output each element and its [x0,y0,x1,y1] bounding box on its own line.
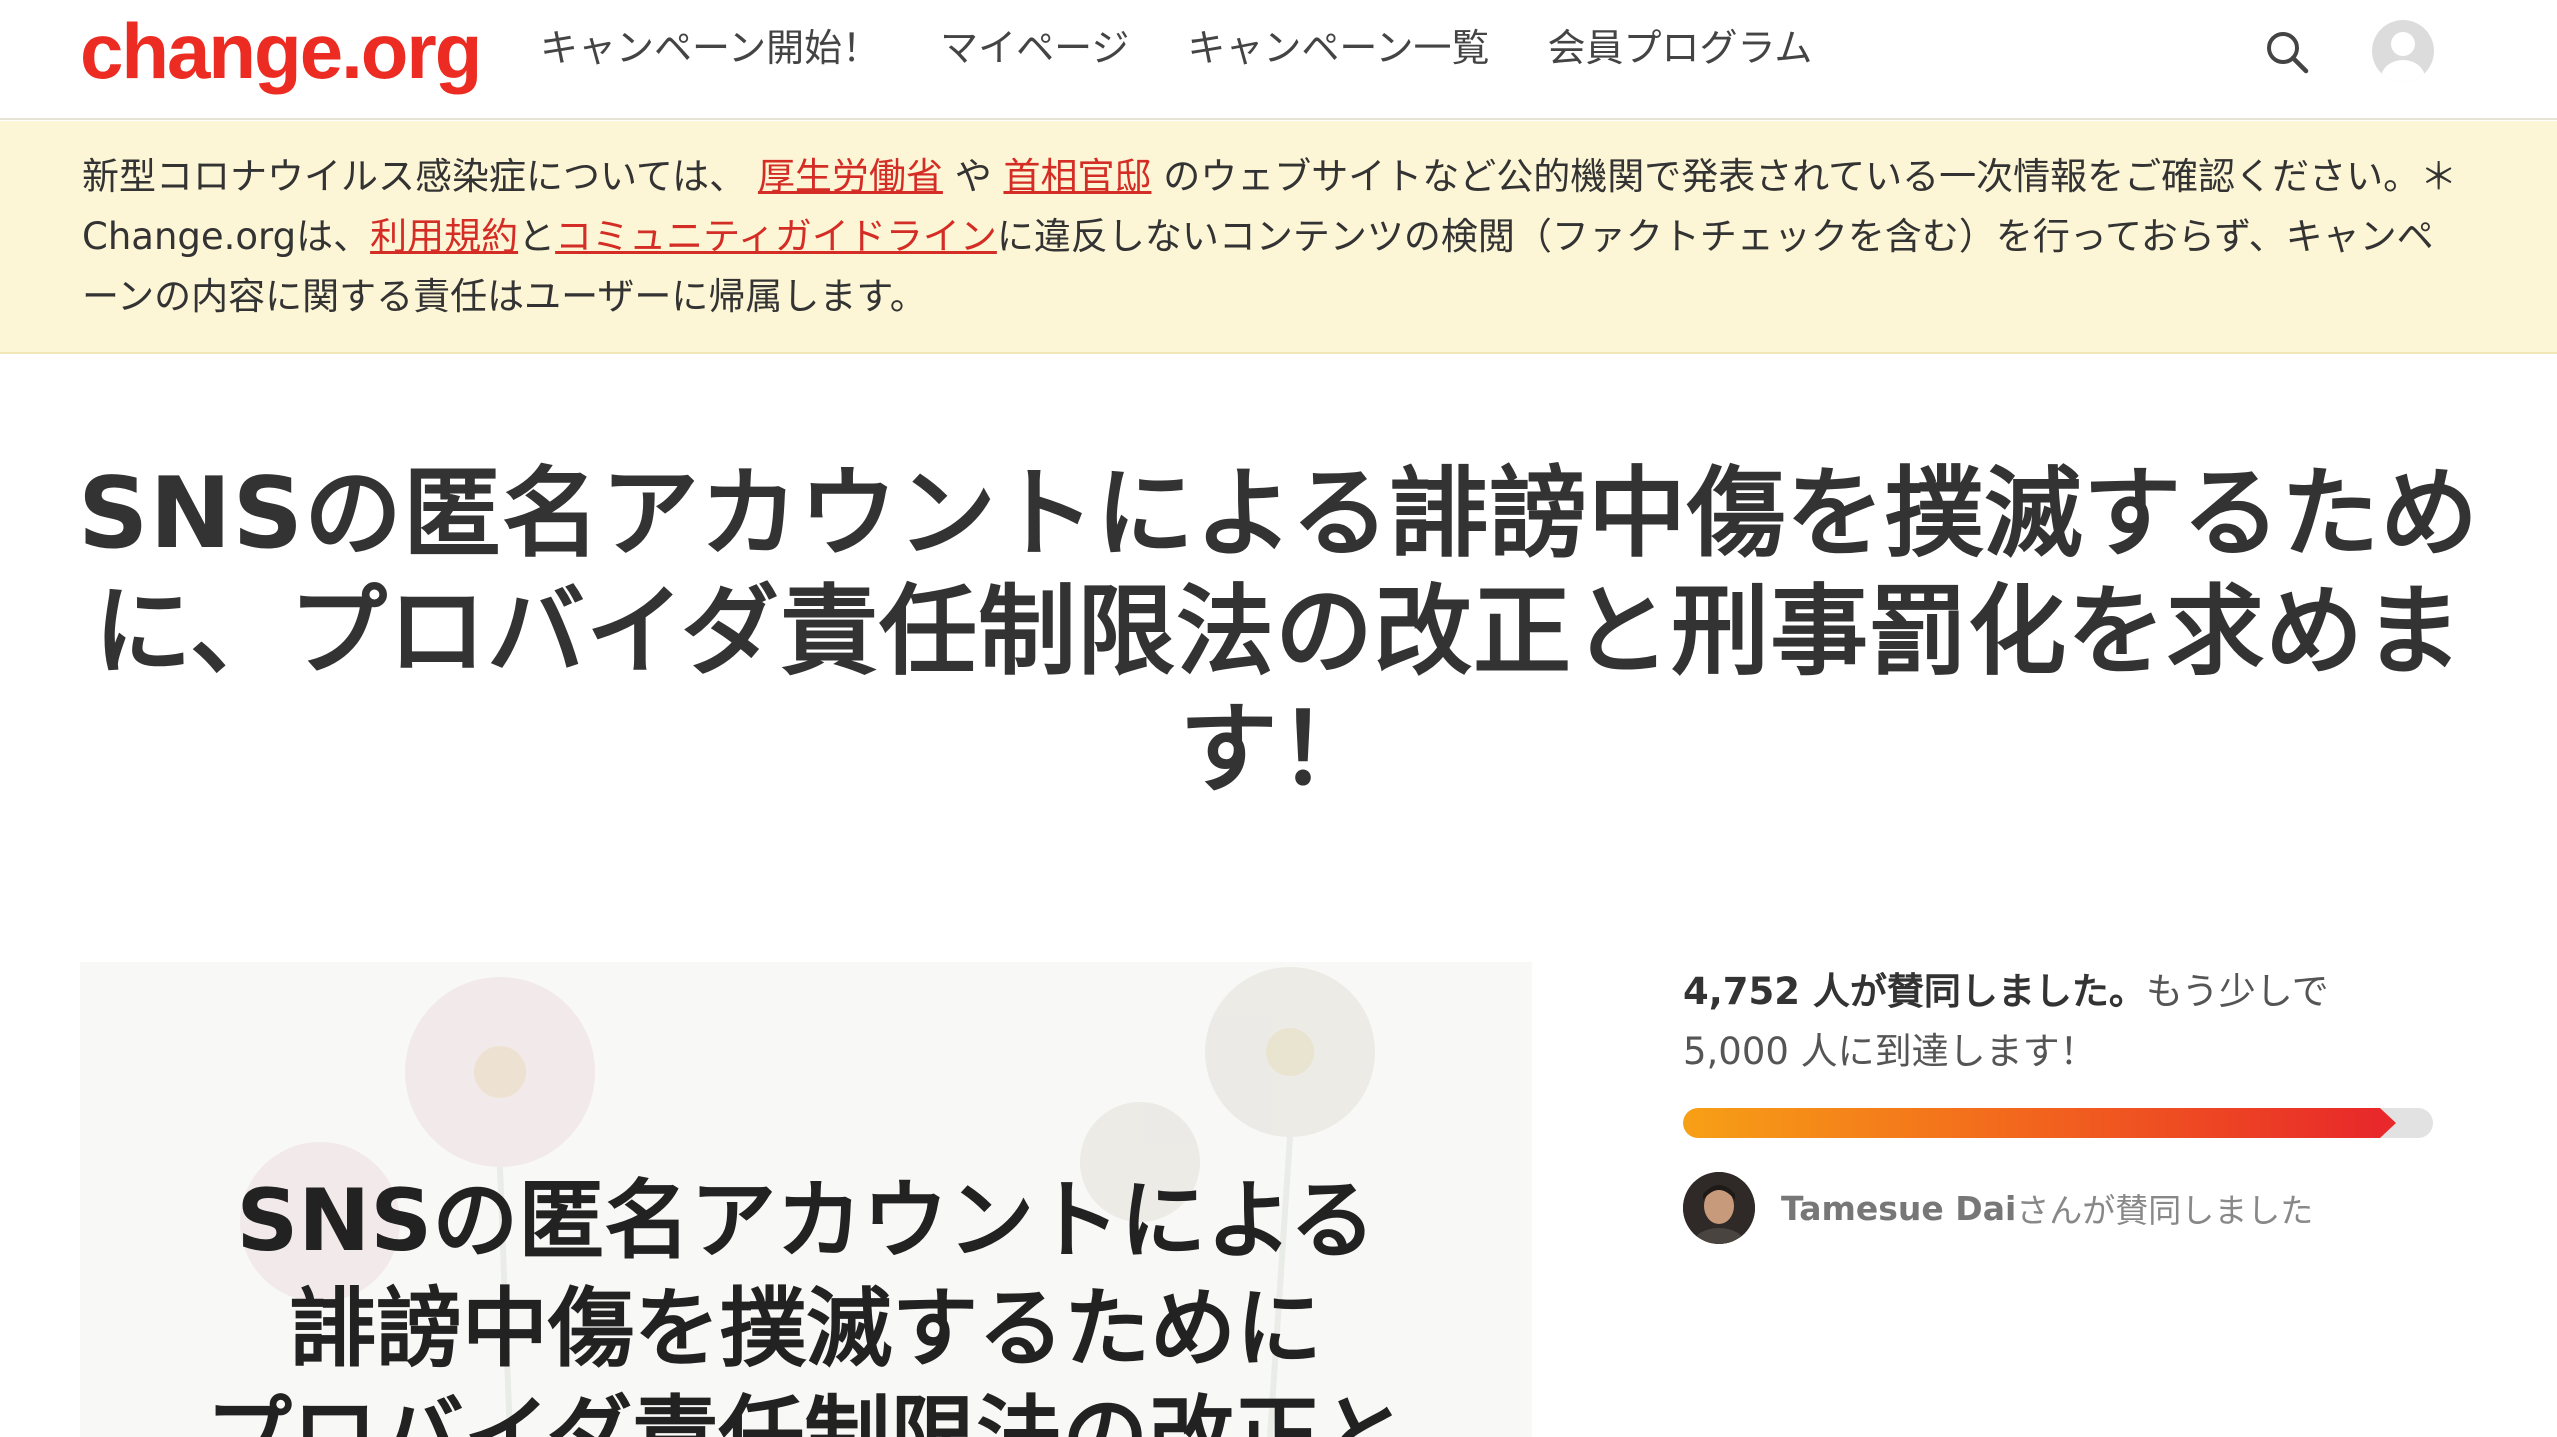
search-icon[interactable] [2262,27,2312,77]
supporter-avatar [1683,1172,1755,1244]
supporter-name[interactable]: Tamesue Dai [1781,1189,2016,1228]
nav-start-campaign[interactable]: キャンペーン開始！ [540,22,880,74]
recent-supporter: Tamesue Dai さんが賛同しました [1683,1172,2313,1244]
remaining-text: もう少しで [2145,970,2329,1013]
mhlw-link[interactable]: 厚生労働省 [758,155,943,198]
nav-member-program[interactable]: 会員プログラム [1547,22,1812,74]
avatar-icon[interactable] [2372,20,2434,82]
notice-text-part: 新型コロナウイルス感染症については、 [82,155,747,198]
notice-text-part: と [518,215,556,258]
change-org-logo[interactable]: change.org [80,6,482,96]
nav-my-page[interactable]: マイページ [940,22,1129,74]
covid-notice-banner: 新型コロナウイルス感染症については、 厚生労働省 や 首相官邸 のウェブサイトな… [0,121,2557,354]
campaign-image[interactable]: SNSの匿名アカウントによる 誹謗中傷を撲滅するために プロバイダ責任制限法の改… [80,962,1532,1437]
supporter-action-text: さんが賛同しました [2016,1191,2314,1230]
progress-bar-fill [1683,1108,2380,1138]
terms-link[interactable]: 利用規約 [370,215,518,258]
signature-count: 4,752 人が賛同しました。 [1683,970,2146,1013]
nav-campaign-list[interactable]: キャンペーン一覧 [1187,22,1489,74]
signature-sidebar: 4,752 人が賛同しました。もう少しで 5,000 人に到達します！ Tame… [1683,962,2433,1244]
goal-text: 5,000 人に到達します！ [1683,1030,2097,1073]
community-guidelines-link[interactable]: コミュニティガイドライン [555,215,997,258]
petition-title: SNSの匿名アカウントによる誹謗中傷を撲滅するために、プロバイダ責任制限法の改正… [77,457,2480,807]
campaign-image-text: SNSの匿名アカウントによる 誹謗中傷を撲滅するために プロバイダ責任制限法の改… [205,1171,1407,1437]
kantei-link[interactable]: 首相官邸 [1003,155,1151,198]
notice-text-part: や [954,155,992,198]
signature-progress-bar [1683,1108,2433,1138]
main-nav: キャンペーン開始！ マイページ キャンペーン一覧 会員プログラム [540,22,1870,74]
signature-count-text: 4,752 人が賛同しました。もう少しで 5,000 人に到達します！ [1683,962,2433,1082]
top-header: change.org キャンペーン開始！ マイページ キャンペーン一覧 会員プロ… [0,0,2557,120]
notice-text: 新型コロナウイルス感染症については、 厚生労働省 や 首相官邸 のウェブサイトな… [82,147,2462,327]
progress-bar-tip [2380,1108,2396,1138]
